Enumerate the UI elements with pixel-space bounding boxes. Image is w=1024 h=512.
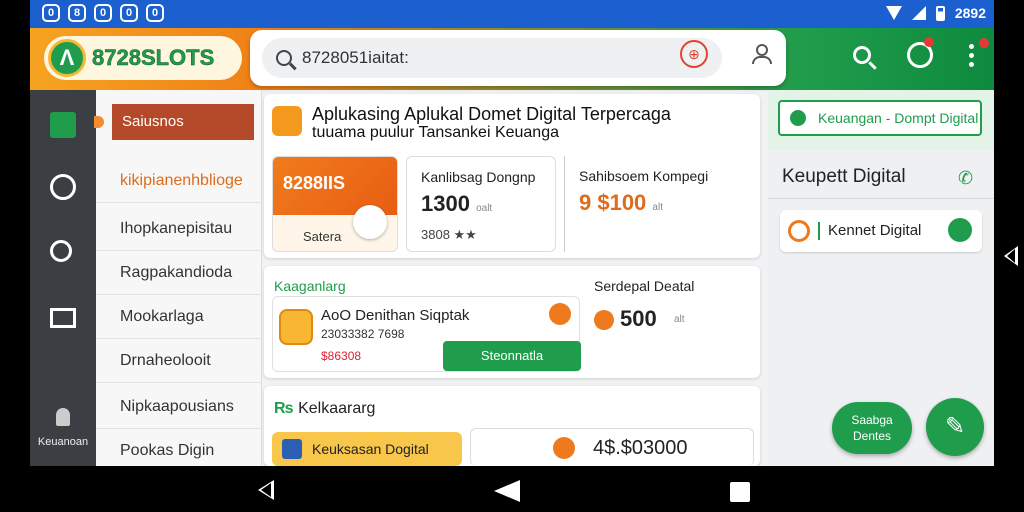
wifi-icon xyxy=(885,6,902,20)
search-input[interactable] xyxy=(302,48,662,68)
stat-rating: 3808 ★★ xyxy=(421,227,477,242)
wallet-button[interactable]: Keuangan - Dompt Digital xyxy=(778,100,982,136)
person-icon[interactable] xyxy=(56,408,70,426)
hero-title: Aplukasing Aplukal Domet Digital Terperc… xyxy=(312,104,671,124)
app-bar: Λ 8728SLOTS ⊕ xyxy=(30,28,994,90)
coin-icon xyxy=(353,205,387,239)
stat-value: 1300 oalt xyxy=(421,191,493,216)
wallet-balance: 4$.$03000 xyxy=(470,428,754,466)
clock: 2892 xyxy=(954,5,986,21)
voice-icon[interactable]: ⊕ xyxy=(680,40,708,68)
offer-card: Kaaganlarg AoO Denithan Siqptak 23033382… xyxy=(264,266,760,378)
divider xyxy=(768,198,994,199)
hero-subtitle: tuuama puulur Tansankei Keuanga xyxy=(312,124,559,141)
app-screen: 0 8 0 0 0 2892 Λ 8728SLOTS ⊕ xyxy=(30,0,994,466)
search-icon xyxy=(276,50,292,66)
search-container: ⊕ xyxy=(250,30,786,86)
search-icon[interactable] xyxy=(50,240,72,262)
detail-label: Serdepal Deatal xyxy=(594,278,695,294)
selection-indicator xyxy=(94,116,104,128)
edit-icon[interactable] xyxy=(549,303,571,325)
promo-caption: Satera xyxy=(303,229,342,244)
sidebar-item[interactable]: Drnaheolooit xyxy=(96,338,262,383)
system-nav-bar xyxy=(0,466,1024,512)
battery-icon xyxy=(935,5,945,21)
sidebar-item[interactable]: kikipianenhblioge xyxy=(96,158,262,203)
recents-icon[interactable] xyxy=(730,482,750,502)
card-icon xyxy=(282,439,302,459)
stat-card[interactable]: Kanlibsag Dongnp 1300 oalt 3808 ★★ xyxy=(406,156,556,252)
wallet-icon xyxy=(272,106,302,136)
search-bar[interactable] xyxy=(262,38,722,78)
offer-code: 23033382 7698 xyxy=(321,327,405,341)
stat-card[interactable]: Sahibsoem Kompegi 9 $100 alt xyxy=(564,156,754,252)
coin-icon xyxy=(788,220,810,242)
notification-icon: 0 xyxy=(94,4,112,22)
status-bar: 0 8 0 0 0 2892 xyxy=(30,0,994,28)
nav-rail: Keuanoan xyxy=(30,90,96,466)
fab-secondary[interactable]: Saabga Dentes xyxy=(832,402,912,454)
offer-header: Kaaganlarg xyxy=(274,278,346,294)
status-right: 2892 xyxy=(885,5,986,21)
logo-badge-icon: Λ xyxy=(48,39,86,77)
coin-icon xyxy=(594,310,614,330)
divider xyxy=(818,222,820,240)
more-menu-icon[interactable] xyxy=(969,37,989,67)
globe-icon[interactable] xyxy=(50,174,76,200)
offer-item[interactable]: AoO Denithan Siqptak 23033382 7698 $8630… xyxy=(272,296,581,372)
offer-price: $86308 xyxy=(321,349,362,363)
balance-value: 4$.$03000 xyxy=(593,437,688,459)
fab-edit-icon[interactable]: ✎ xyxy=(926,398,984,456)
wallet-icon xyxy=(790,110,806,126)
sidebar-item[interactable]: Ragpakandioda xyxy=(96,250,262,295)
sidebar-item[interactable]: Nipkaapousians xyxy=(96,384,262,429)
sidebar-item-selected[interactable]: Saiusnos xyxy=(112,104,254,140)
rail-label: Keuanoan xyxy=(37,436,89,448)
detail-value: 500 xyxy=(620,306,657,331)
wallet-pill[interactable]: Keuksasan Dogital xyxy=(272,432,462,466)
back-icon[interactable] xyxy=(258,480,274,500)
account-icon[interactable] xyxy=(752,44,772,66)
notification-icon: 0 xyxy=(146,4,164,22)
sidebar-item[interactable]: Mookarlaga xyxy=(96,294,262,339)
notification-icons: 0 8 0 0 0 xyxy=(42,4,164,22)
offer-title: AoO Denithan Siqptak xyxy=(321,307,470,324)
notification-icon: 0 xyxy=(120,4,138,22)
sidebar-item[interactable]: Ihopkanepisitau xyxy=(96,206,262,251)
check-icon xyxy=(948,218,972,242)
detail-unit: alt xyxy=(674,314,685,325)
wallet-header: ₨ Kelkaararg xyxy=(274,400,376,417)
sidebar: Saiusnos kikipianenhblioge Ihopkanepisit… xyxy=(94,90,262,466)
wallet-list-item[interactable]: Kennet Digital xyxy=(780,210,982,252)
hero-card: Aplukasing Aplukal Domet Digital Terperc… xyxy=(264,94,760,258)
sidebar-item[interactable]: Pookas Digin xyxy=(96,428,262,466)
signal-icon xyxy=(911,6,926,20)
search-icon[interactable] xyxy=(853,46,871,64)
globe-icon[interactable] xyxy=(907,37,934,68)
bag-icon xyxy=(279,309,313,345)
brand-logo[interactable]: Λ 8728SLOTS xyxy=(44,36,242,80)
phone-icon[interactable]: ✆ xyxy=(958,168,973,189)
offer-button[interactable]: Steonnatla xyxy=(443,341,581,371)
stat-value: 9 $100 alt xyxy=(579,190,663,215)
appbar-actions xyxy=(853,37,989,68)
notification-icon: 8 xyxy=(68,4,86,22)
edit-icon[interactable] xyxy=(553,437,575,459)
notification-icon: 0 xyxy=(42,4,60,22)
stat-label: Sahibsoem Kompegi xyxy=(579,168,709,184)
right-panel-top: Keuangan - Dompt Digital xyxy=(768,90,994,150)
edge-back-icon[interactable] xyxy=(1004,246,1018,266)
promo-banner[interactable]: 8288IIS Satera xyxy=(272,156,398,252)
right-panel-heading: Keupett Digital xyxy=(782,166,906,187)
window-icon[interactable] xyxy=(50,308,76,328)
stat-label: Kanlibsag Dongnp xyxy=(421,169,536,185)
wallet-card: ₨ Kelkaararg Keuksasan Dogital 4$.$03000 xyxy=(264,386,760,466)
logo-text: 8728SLOTS xyxy=(92,45,215,71)
back-icon[interactable] xyxy=(494,480,520,502)
home-icon[interactable] xyxy=(50,112,76,138)
